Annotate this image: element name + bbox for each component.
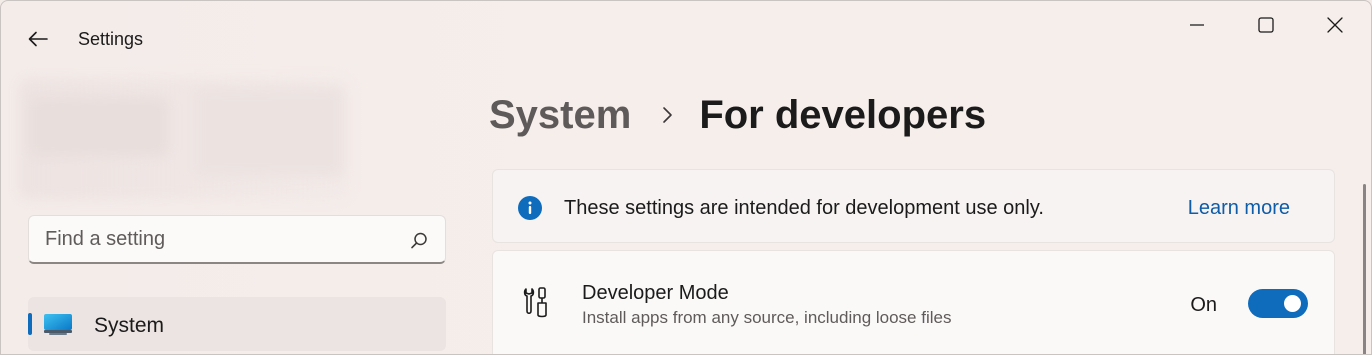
developer-mode-title: Developer Mode	[582, 282, 729, 304]
settings-window: Settings Find a setting System System Fo…	[0, 0, 1372, 355]
minimize-icon	[1190, 24, 1204, 26]
close-icon	[1327, 17, 1343, 33]
developer-mode-card: Developer Mode Install apps from any sou…	[492, 250, 1335, 354]
page-title: For developers	[699, 92, 987, 137]
info-banner-text: These settings are intended for developm…	[564, 197, 1044, 219]
developer-mode-description: Install apps from any source, including …	[582, 308, 952, 327]
arrow-left-icon	[28, 31, 48, 47]
monitor-icon	[44, 314, 72, 335]
selection-indicator	[28, 313, 32, 335]
sidebar-item-label: System	[94, 314, 165, 337]
account-profile-area	[19, 79, 349, 199]
tools-icon	[523, 287, 547, 318]
breadcrumb: System For developers	[489, 89, 986, 141]
learn-more-link[interactable]: Learn more	[1188, 197, 1290, 220]
developer-mode-toggle[interactable]	[1248, 289, 1308, 318]
chevron-right-icon	[663, 107, 673, 123]
close-button[interactable]	[1301, 1, 1369, 49]
scrollbar[interactable]	[1363, 184, 1366, 354]
info-icon	[518, 196, 542, 220]
toggle-state-label: On	[1190, 294, 1217, 316]
back-button[interactable]	[21, 23, 55, 55]
search-box[interactable]	[28, 215, 446, 264]
search-icon[interactable]	[409, 231, 429, 251]
info-banner: These settings are intended for developm…	[492, 169, 1335, 243]
breadcrumb-parent[interactable]: System	[489, 93, 631, 138]
maximize-button[interactable]	[1232, 1, 1300, 49]
app-title: Settings	[78, 29, 144, 49]
sidebar-item-system[interactable]: System	[28, 297, 446, 351]
minimize-button[interactable]	[1163, 1, 1231, 49]
search-input[interactable]	[45, 227, 429, 251]
maximize-icon	[1258, 17, 1274, 33]
toggle-knob	[1284, 295, 1301, 312]
